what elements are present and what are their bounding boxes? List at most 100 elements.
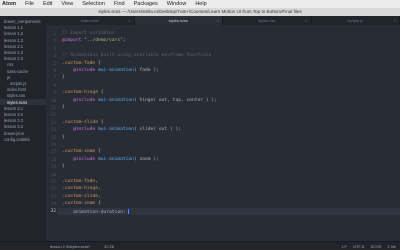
code-line: } [62, 75, 65, 81]
tree-item[interactable]: styles.scss [7, 100, 27, 105]
text-cursor [128, 208, 129, 214]
tree-item[interactable]: lesson 1.3 [4, 38, 23, 43]
code-line: .custom-slide { [62, 120, 104, 126]
tab-close-icon[interactable]: × [394, 16, 396, 25]
menu-file[interactable]: File [25, 1, 34, 7]
code-line: .custom-fade { [62, 61, 101, 67]
menu-help[interactable]: Help [195, 1, 206, 7]
status-grammar[interactable]: SCSS [371, 244, 382, 249]
code-token: { [95, 201, 101, 207]
code-token: animation-duration: [62, 209, 129, 215]
tree-view: bower_components lesson 1.1 lesson 1.2 less… [0, 16, 46, 241]
code-line: @include mui-animation( slide( out ) ); [62, 127, 181, 133]
menu-edit[interactable]: Edit [43, 1, 52, 7]
tree-item[interactable]: lesson 1.2 [4, 31, 23, 36]
code-line: .custom-slide, [62, 194, 101, 200]
tree-item[interactable]: index.html [7, 87, 26, 92]
tree-item[interactable]: styles.css [7, 93, 25, 98]
tab-bar: index.html × styles.scss × styles.css × script… [46, 16, 400, 25]
code-line: @include mui-animation( fade ); [62, 68, 159, 74]
tab-close-icon[interactable]: × [217, 16, 219, 25]
code-line: .custom-fade, [62, 179, 98, 185]
tree-item[interactable]: lesson 3.4 [4, 124, 23, 129]
code-token: .custom-hinge [62, 90, 98, 96]
tree-item[interactable]: lesson 3.1 [4, 106, 23, 111]
menu-window[interactable]: Window [167, 1, 187, 7]
tab-label: scripts.js [347, 18, 364, 23]
code-line: .custom-hinge, [62, 186, 101, 192]
tree-item[interactable]: lesson 2.2 [4, 50, 23, 55]
code-token: .custom-slide [62, 119, 98, 125]
line-number: 22 [50, 186, 56, 192]
line-number: 10 [50, 97, 56, 103]
tree-item[interactable]: sass-cache [7, 69, 28, 74]
line-number: 5 [53, 60, 56, 66]
editor-pane[interactable]: 1 2 3 4 5 6 7 8 9 10 11 12 13 14 15 16 17 18 19 20 21 22 23 24 3… [46, 25, 400, 241]
tree-item[interactable]: bower.json [4, 131, 24, 136]
line-number: 16 [50, 142, 56, 147]
menu-selection[interactable]: Selection [82, 1, 105, 7]
status-encoding[interactable]: UTF-8 [353, 244, 364, 249]
code-token: , [95, 179, 98, 184]
line-number: 23 [50, 193, 56, 199]
code-line: // Import variables [62, 31, 115, 37]
line-number: 18 [50, 156, 56, 162]
code-token: ; [122, 38, 126, 44]
tab-styles-css[interactable]: styles.css × [223, 16, 312, 25]
code-line: @include mui-animation( hinge( out, top,… [62, 98, 217, 104]
tab-scripts-js[interactable]: scripts.js × [312, 16, 400, 25]
menu-packages[interactable]: Packages [134, 1, 158, 7]
tab-index-html[interactable]: index.html × [46, 16, 135, 25]
code-token: @include [73, 97, 96, 103]
tree-item[interactable]: lesson 1.1 [4, 25, 23, 30]
code-token: ( hinge( out, top, center ) ); [133, 97, 217, 103]
line-number: 1 [53, 31, 56, 36]
tab-close-icon[interactable]: × [305, 16, 307, 25]
tab-label: styles.css [258, 18, 276, 23]
tree-item[interactable]: bower_components [4, 19, 41, 24]
code-line: @import "../demo/vars"; [62, 38, 126, 44]
code-line: // Animations built using available keyf… [62, 53, 211, 59]
tree-item[interactable]: lesson 3.2 [4, 112, 23, 117]
tree-item[interactable]: config.codekit [4, 137, 30, 142]
window-title: styles.scss — /Users/stella.m/Desktop/Tu… [98, 9, 302, 14]
code-token: .custom-zoom [62, 201, 96, 207]
status-right: LF UTF-8 SCSS 1 file [337, 244, 396, 249]
code-token: , [97, 186, 101, 192]
tree-item[interactable]: js [7, 75, 10, 80]
code-token: ( fade ); [133, 68, 159, 73]
code-token: ( zoom ); [133, 156, 159, 162]
window-title-bar: styles.scss — /Users/stella.m/Desktop/Tu… [0, 8, 400, 16]
code-token: @import [62, 38, 82, 44]
tree-item[interactable]: scripts.js [10, 81, 26, 86]
tab-styles-scss[interactable]: styles.scss × [134, 16, 223, 25]
app-menu[interactable]: Atom [2, 1, 16, 7]
tree-item[interactable]: lesson 2.1 [4, 44, 23, 49]
menu-view[interactable]: View [61, 1, 73, 7]
status-git[interactable]: 1 file [388, 244, 396, 249]
code-line: } [62, 105, 65, 111]
os-menu-bar: Atom File Edit View Selection Find Packages Wi… [0, 0, 400, 8]
tree-item[interactable]: lesson 3.3 [4, 118, 23, 123]
tree-item[interactable]: css [7, 62, 13, 67]
code-token: // Animations built using available keyf… [62, 53, 212, 59]
menu-find[interactable]: Find [114, 1, 125, 7]
code-token: @include [73, 156, 96, 162]
code-token: .custom-hinge [62, 186, 98, 192]
tree-item[interactable]: lesson 2.3 [4, 56, 23, 61]
line-number: 17 [50, 149, 56, 155]
code-line: } [62, 135, 65, 141]
code-token: .custom-fade [62, 179, 96, 184]
line-number: 8 [53, 82, 56, 88]
tab-close-icon[interactable]: × [128, 16, 130, 25]
status-cursor-position[interactable]: 32:26 [104, 244, 114, 249]
menu-items: File Edit View Selection Find Packages Window H… [25, 1, 216, 7]
status-file-path[interactable]: lesson 2.3/styles.scss* [50, 244, 90, 249]
line-number: 15 [50, 134, 56, 140]
status-line-ending[interactable]: LF [342, 244, 347, 249]
line-number: 24 [50, 201, 56, 207]
code-token: { [95, 60, 101, 66]
